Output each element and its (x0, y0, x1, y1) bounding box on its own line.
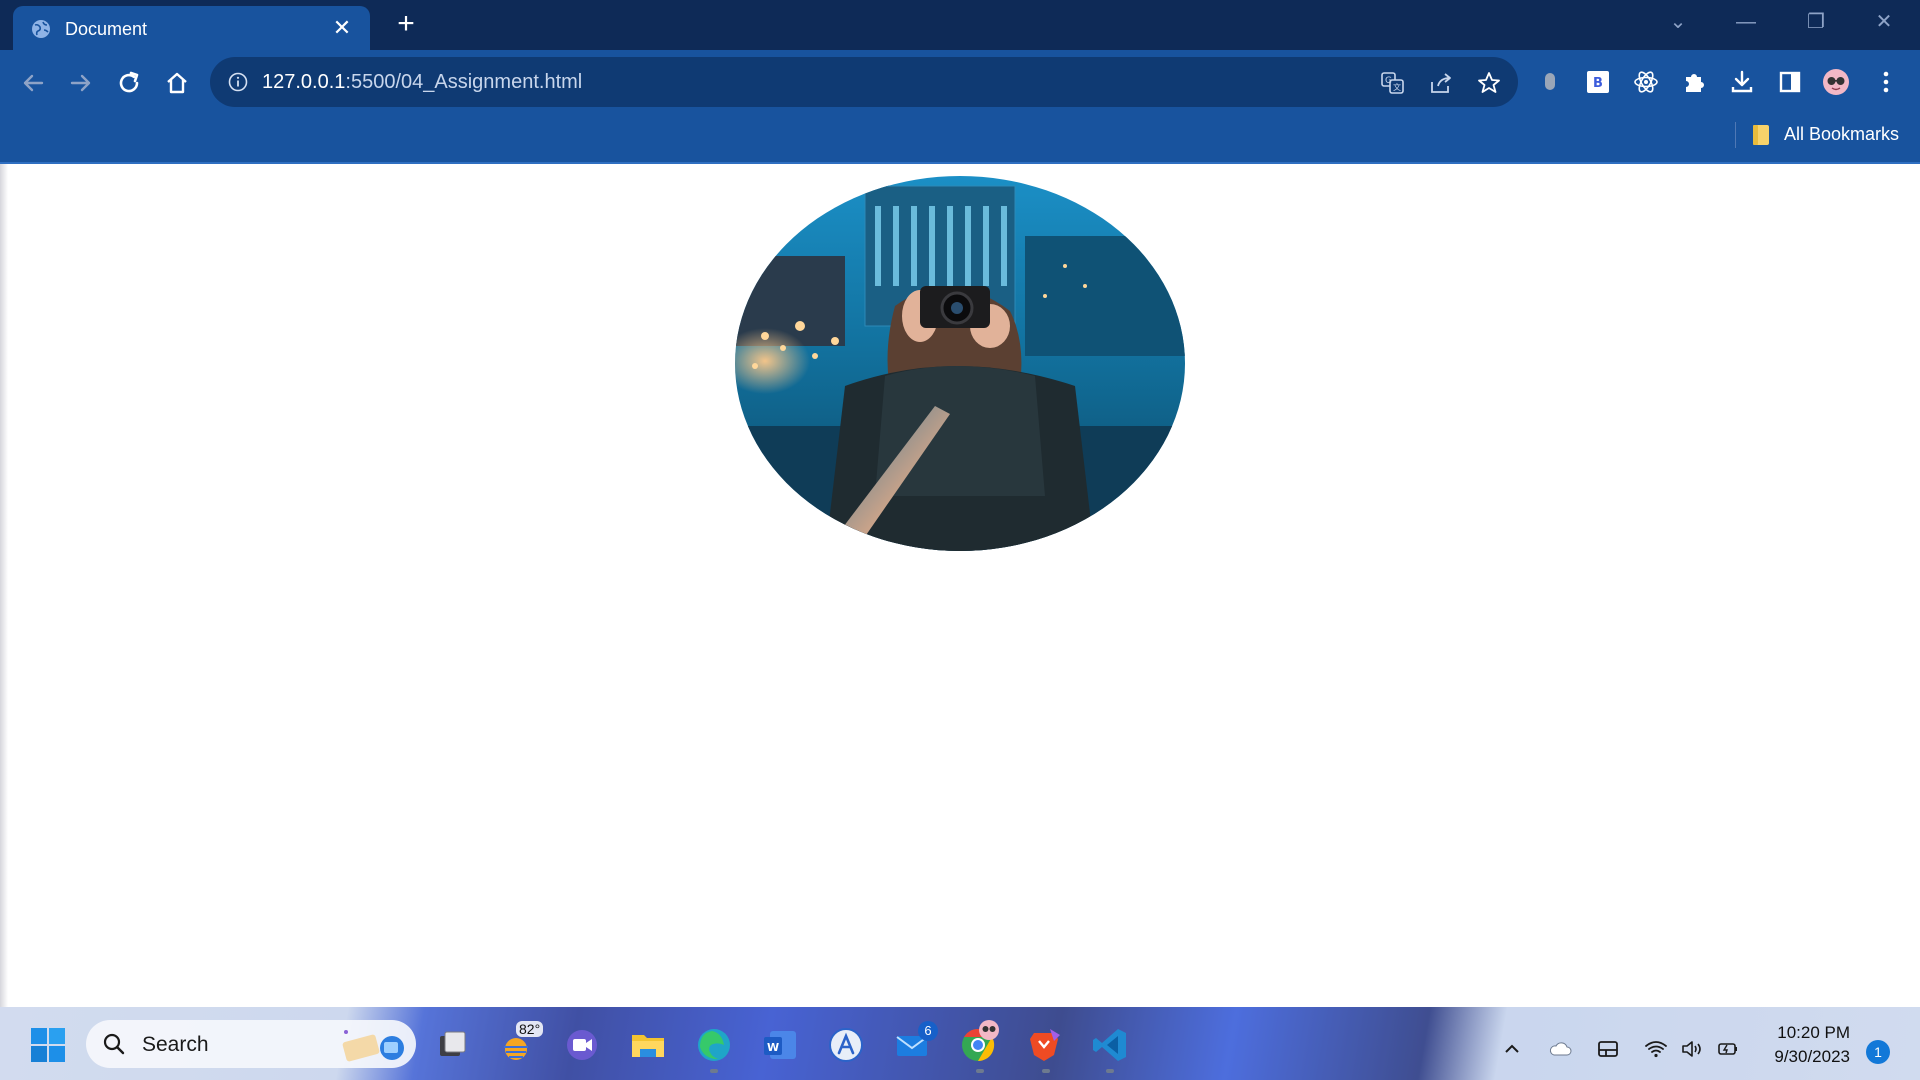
photo-illustration (735, 176, 1185, 551)
side-panel-icon[interactable] (1776, 68, 1804, 96)
url-text[interactable]: 127.0.0.1:5500/04_Assignment.html (262, 71, 582, 94)
bookmark-star-icon[interactable] (1476, 70, 1502, 96)
svg-text:G: G (1385, 76, 1392, 86)
taskbar: Search 82° W 6 10:20 PM 9/30/2023 1 (0, 1007, 1920, 1080)
brave-running-indicator (1042, 1069, 1050, 1073)
wifi-icon[interactable] (1644, 1037, 1668, 1061)
translate-icon[interactable]: G 文 (1380, 70, 1406, 96)
svg-text:W: W (767, 1041, 779, 1054)
chevron-up-icon[interactable] (1500, 1037, 1524, 1061)
back-icon[interactable] (16, 66, 50, 100)
app-store-a-icon[interactable] (826, 1025, 866, 1065)
bookmarks-separator (1735, 122, 1736, 148)
minimize-button[interactable]: — (1728, 8, 1764, 36)
extension-mouse-icon[interactable] (1536, 68, 1564, 96)
all-bookmarks-link[interactable]: All Bookmarks (1784, 124, 1899, 145)
bookmark-folder-icon[interactable] (1752, 124, 1770, 146)
touch-keyboard-icon[interactable] (1596, 1037, 1620, 1061)
onedrive-cloud-icon[interactable] (1548, 1037, 1572, 1061)
react-devtools-icon[interactable] (1632, 68, 1660, 96)
clock-date[interactable]: 9/30/2023 (1774, 1047, 1850, 1067)
bootstrap-extension-icon[interactable]: B (1584, 68, 1612, 96)
url-host: 127.0.0.1 (262, 71, 346, 93)
reload-icon[interactable] (112, 66, 146, 100)
clock-time[interactable]: 10:20 PM (1777, 1023, 1850, 1043)
search-highlight-icon (342, 1030, 404, 1062)
url-path: :5500/04_Assignment.html (345, 71, 583, 93)
new-tab-button[interactable]: + (392, 9, 420, 39)
extensions-puzzle-icon[interactable] (1680, 68, 1708, 96)
chrome-running-indicator (976, 1069, 984, 1073)
globe-icon (32, 20, 50, 38)
search-icon (103, 1033, 125, 1055)
home-icon[interactable] (160, 66, 194, 100)
file-explorer-icon[interactable] (628, 1025, 668, 1065)
task-view-icon[interactable] (432, 1025, 472, 1065)
mail-unread-badge: 6 (918, 1021, 938, 1041)
downloads-icon[interactable] (1728, 68, 1756, 96)
page-edge-shadow (0, 164, 8, 1007)
edge-browser-icon[interactable] (694, 1025, 734, 1065)
site-info-icon[interactable] (228, 72, 248, 92)
brave-browser-icon[interactable] (1024, 1025, 1064, 1065)
edge-running-indicator (710, 1069, 718, 1073)
teams-meet-icon[interactable] (562, 1025, 602, 1065)
more-menu-icon[interactable] (1872, 68, 1900, 96)
notification-count-badge[interactable]: 1 (1866, 1040, 1890, 1064)
taskbar-search[interactable]: Search (86, 1020, 416, 1068)
share-icon[interactable] (1428, 70, 1454, 96)
svg-text:文: 文 (1393, 82, 1401, 92)
volume-icon[interactable] (1680, 1037, 1704, 1061)
search-label: Search (142, 1033, 209, 1056)
tab-document[interactable]: Document ✕ (13, 6, 370, 50)
close-window-button[interactable]: ✕ (1866, 8, 1902, 36)
svg-text:B: B (1593, 76, 1603, 91)
forward-icon[interactable] (64, 66, 98, 100)
battery-charging-icon[interactable] (1716, 1037, 1740, 1061)
tab-title: Document (65, 19, 148, 39)
windows-start-icon[interactable] (30, 1027, 66, 1063)
tab-search-chevron-icon[interactable]: ⌄ (1660, 8, 1696, 36)
chrome-profile-overlay-icon (979, 1020, 999, 1040)
weather-temperature: 82° (516, 1021, 544, 1037)
tab-close-icon[interactable]: ✕ (330, 16, 354, 40)
word-icon[interactable]: W (760, 1025, 800, 1065)
photographer-image (735, 176, 1185, 551)
vscode-running-indicator (1106, 1069, 1114, 1073)
restore-button[interactable]: ❐ (1798, 8, 1834, 36)
browser-title-bar: Document ✕ + ⌄ — ❐ ✕ (0, 0, 1920, 50)
address-bar[interactable]: 127.0.0.1:5500/04_Assignment.html G 文 (210, 57, 1518, 107)
vscode-icon[interactable] (1090, 1025, 1130, 1065)
profile-avatar-icon[interactable] (1822, 68, 1850, 96)
